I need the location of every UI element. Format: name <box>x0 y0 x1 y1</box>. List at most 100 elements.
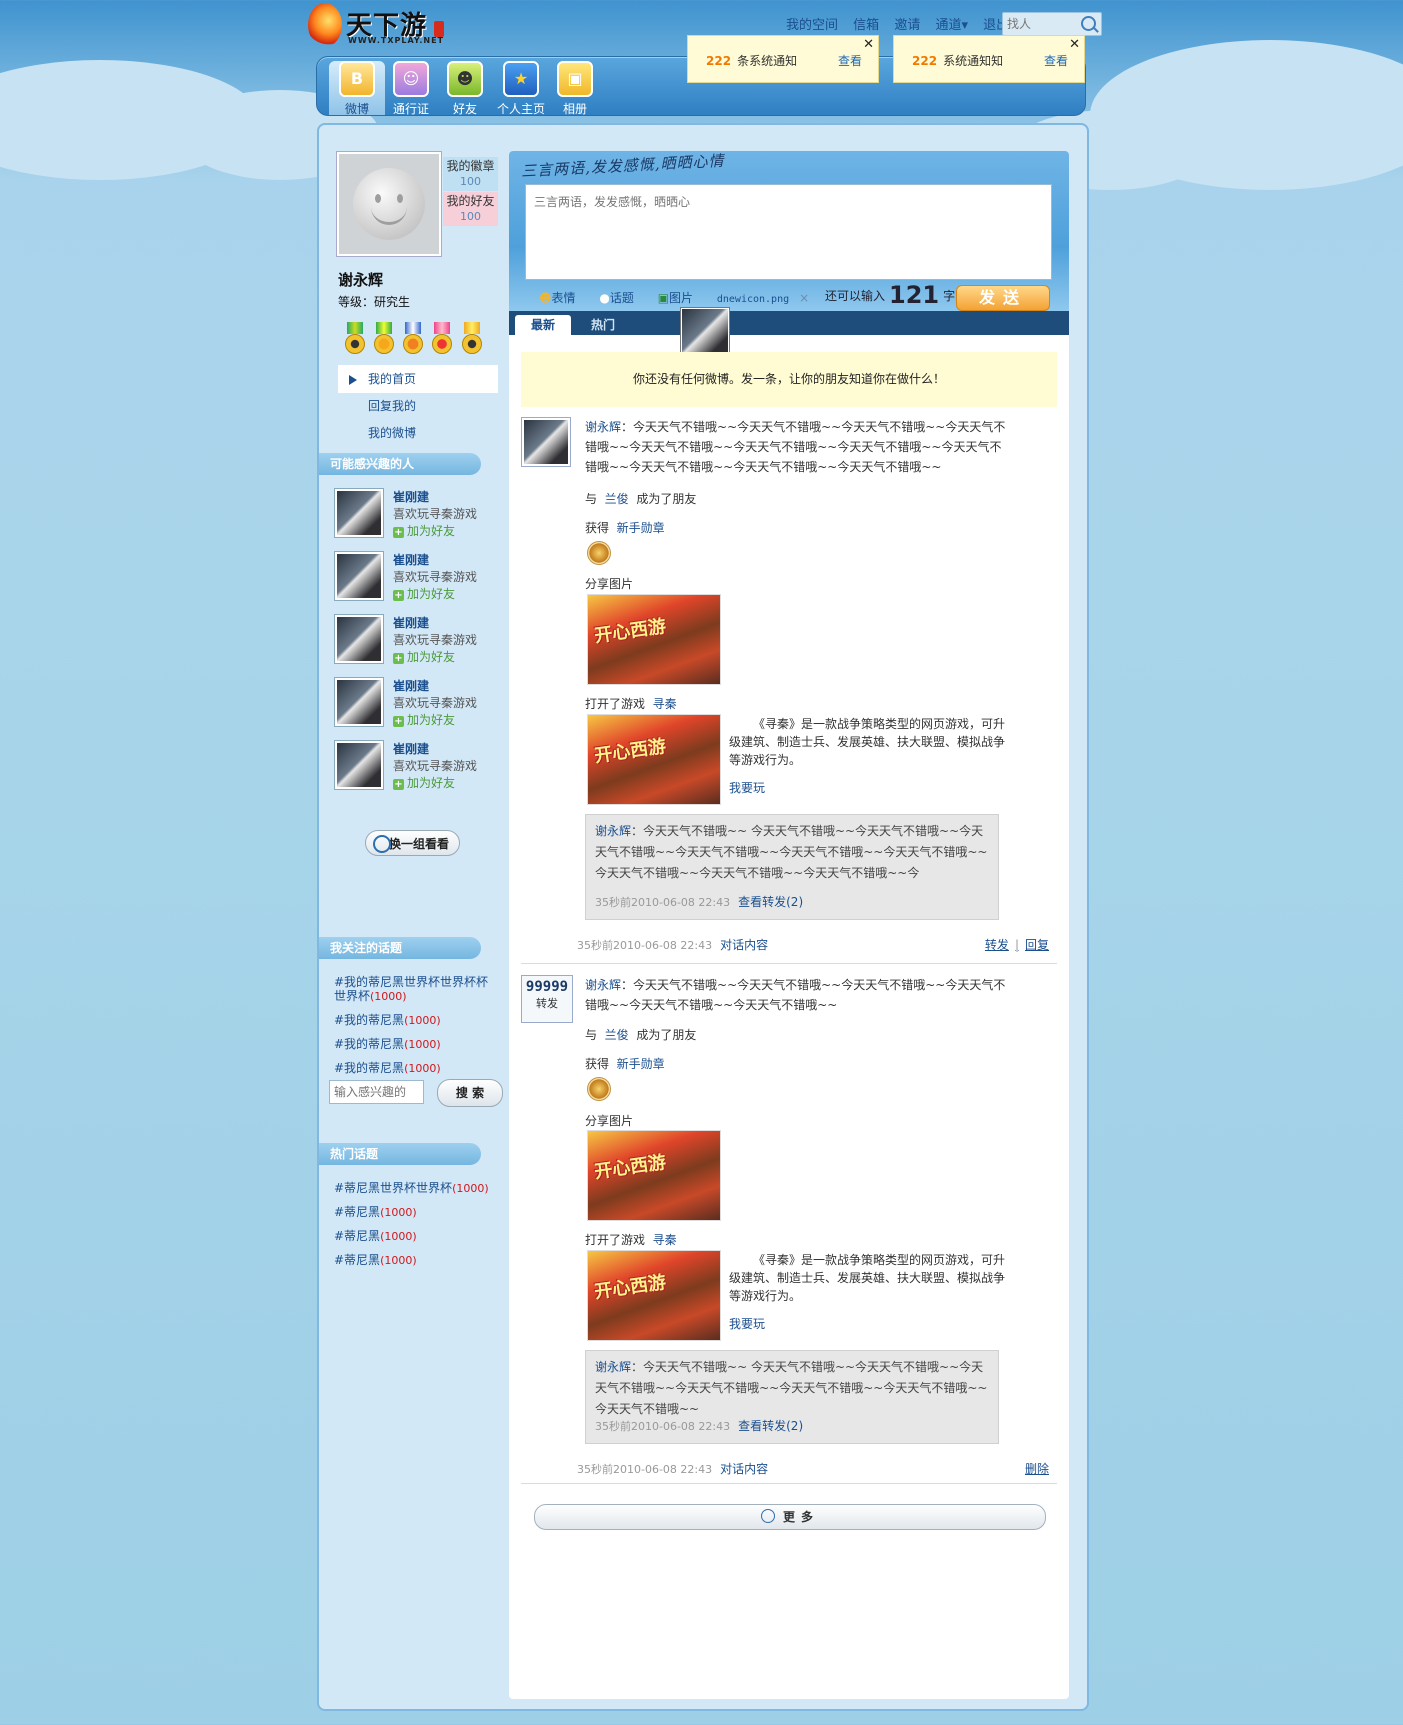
medal-link[interactable]: 新手勋章 <box>617 521 665 535</box>
emoji-button[interactable]: ☻表情 <box>539 291 586 305</box>
medal-icon[interactable] <box>345 322 365 354</box>
load-more-button[interactable]: 更多 <box>534 1504 1046 1530</box>
medal-icon[interactable] <box>403 322 424 354</box>
medal-list <box>345 322 487 358</box>
close-icon[interactable]: ✕ <box>863 37 874 52</box>
medal-icon[interactable] <box>587 541 611 565</box>
tab-latest[interactable]: 最新 <box>515 315 571 335</box>
app-blog[interactable]: B 微博 <box>329 61 385 116</box>
app-friends[interactable]: ☻ 好友 <box>437 61 493 117</box>
play-game-link[interactable]: 我要玩 <box>729 779 765 796</box>
followed-topic[interactable]: #我的蒂尼黑(1000) <box>334 1013 499 1028</box>
shared-image[interactable]: 开心西游 <box>587 594 721 685</box>
hot-topic[interactable]: #蒂尼黑(1000) <box>334 1205 499 1220</box>
quote-author[interactable]: 谢永辉 <box>595 1360 631 1374</box>
people-search-input[interactable] <box>1003 13 1083 35</box>
add-friend-button[interactable]: + 加为好友 <box>393 711 455 728</box>
followed-topic[interactable]: #我的蒂尼黑世界杯世界杯杯世界杯(1000) <box>334 975 499 1004</box>
swap-suggestions-button[interactable]: 换一组看看 <box>365 830 460 856</box>
person-photo[interactable] <box>334 488 384 538</box>
medal-icon[interactable] <box>587 1077 611 1101</box>
section-header-people: 可能感兴趣的人 <box>319 453 481 475</box>
person-photo[interactable] <box>334 551 384 601</box>
site-logo[interactable]: 天下游 WWW.TXPLAY.NET <box>308 3 444 49</box>
game-image[interactable]: 开心西游 <box>587 714 721 805</box>
reply-link[interactable]: 回复 <box>1025 938 1049 952</box>
send-button[interactable]: 发送 <box>956 285 1050 311</box>
user-thumbnail[interactable] <box>681 308 729 356</box>
interest-search-input[interactable] <box>329 1080 424 1104</box>
topic-button[interactable]: ●话题 <box>599 291 644 305</box>
add-friend-button[interactable]: + 加为好友 <box>393 648 455 665</box>
post-author[interactable]: 谢永辉 <box>585 978 621 992</box>
topic-search-button[interactable]: 搜 索 <box>437 1079 503 1107</box>
shared-image[interactable]: 开心西游 <box>587 1130 721 1221</box>
hot-topic[interactable]: #蒂尼黑(1000) <box>334 1253 499 1268</box>
game-image[interactable]: 开心西游 <box>587 1250 721 1341</box>
person-name[interactable]: 崔刚建 <box>393 551 429 568</box>
view-reposts-link[interactable]: 查看转发(2) <box>738 1419 803 1433</box>
app-album[interactable]: ▣ 相册 <box>547 61 603 117</box>
friend-link[interactable]: 兰俊 <box>605 492 629 506</box>
conversation-link[interactable]: 对话内容 <box>720 1462 768 1476</box>
repost-count-badge[interactable]: 99999 转发 <box>521 975 573 1023</box>
nav-invite[interactable]: 邀请 <box>894 18 920 33</box>
medal-icon[interactable] <box>461 322 482 354</box>
add-friend-button[interactable]: + 加为好友 <box>393 585 455 602</box>
star-icon: ★ <box>503 61 539 97</box>
medal-link[interactable]: 新手勋章 <box>617 1057 665 1071</box>
my-friends-link[interactable]: 我的好友 100 <box>443 192 498 226</box>
menu-item-home[interactable]: 我的首页 <box>338 366 498 393</box>
app-label: 个人主页 <box>496 102 545 116</box>
person-name[interactable]: 崔刚建 <box>393 740 429 757</box>
medal-icon[interactable] <box>432 322 453 354</box>
blog-icon: B <box>339 61 375 97</box>
app-homepage[interactable]: ★ 个人主页 <box>493 61 549 117</box>
add-friend-button[interactable]: + 加为好友 <box>393 774 455 791</box>
post-avatar[interactable] <box>521 417 571 467</box>
repost-link[interactable]: 转发 <box>985 938 1009 952</box>
medal-icon[interactable] <box>374 322 395 354</box>
share-event: 分享图片 <box>585 577 634 591</box>
friend-link[interactable]: 兰俊 <box>605 1028 629 1042</box>
menu-item-replies[interactable]: 回复我的 <box>338 393 498 420</box>
followed-topic[interactable]: #我的蒂尼黑(1000) <box>334 1061 499 1076</box>
hot-topic[interactable]: #蒂尼黑世界杯世界杯(1000) <box>334 1181 499 1196</box>
person-photo[interactable] <box>334 614 384 664</box>
person-name[interactable]: 崔刚建 <box>393 677 429 694</box>
close-icon[interactable]: ✕ <box>1069 37 1080 52</box>
notice-view-link[interactable]: 查看 <box>1044 52 1068 69</box>
game-event: 打开了游戏 寻秦 <box>585 1233 677 1247</box>
smiley-avatar-icon <box>353 168 425 240</box>
my-badges-link[interactable]: 我的徽章 100 <box>443 157 498 191</box>
menu-item-my-blog[interactable]: 我的微博 <box>338 420 498 447</box>
nav-my-space[interactable]: 我的空间 <box>786 18 838 33</box>
post-author[interactable]: 谢永辉 <box>585 420 621 434</box>
attached-filename: dnewicon.png <box>716 294 790 305</box>
game-link[interactable]: 寻秦 <box>653 1233 677 1247</box>
hot-topic[interactable]: #蒂尼黑(1000) <box>334 1229 499 1244</box>
nav-mailbox[interactable]: 信箱 <box>853 18 879 33</box>
search-icon[interactable] <box>1081 16 1096 31</box>
followed-topic[interactable]: #我的蒂尼黑(1000) <box>334 1037 499 1052</box>
feed-tabs: 最新 热门 <box>509 311 1069 335</box>
delete-link[interactable]: 删除 <box>1025 1462 1049 1476</box>
avatar[interactable] <box>337 152 441 256</box>
person-name[interactable]: 崔刚建 <box>393 614 429 631</box>
remove-attachment-icon[interactable]: × <box>799 291 809 305</box>
view-reposts-link[interactable]: 查看转发(2) <box>738 895 803 909</box>
person-photo[interactable] <box>334 740 384 790</box>
image-button[interactable]: ▣图片 <box>658 291 703 305</box>
nav-channel[interactable]: 通道▾ <box>935 18 968 33</box>
notice-view-link[interactable]: 查看 <box>838 52 862 69</box>
game-link[interactable]: 寻秦 <box>653 697 677 711</box>
person-photo[interactable] <box>334 677 384 727</box>
tab-hot[interactable]: 热门 <box>575 315 631 335</box>
app-passport[interactable]: ☺ 通行证 <box>383 61 439 117</box>
quote-author[interactable]: 谢永辉 <box>595 824 631 838</box>
play-game-link[interactable]: 我要玩 <box>729 1315 765 1332</box>
post-textarea[interactable] <box>525 184 1052 280</box>
conversation-link[interactable]: 对话内容 <box>720 938 768 952</box>
person-name[interactable]: 崔刚建 <box>393 488 429 505</box>
add-friend-button[interactable]: + 加为好友 <box>393 522 455 539</box>
